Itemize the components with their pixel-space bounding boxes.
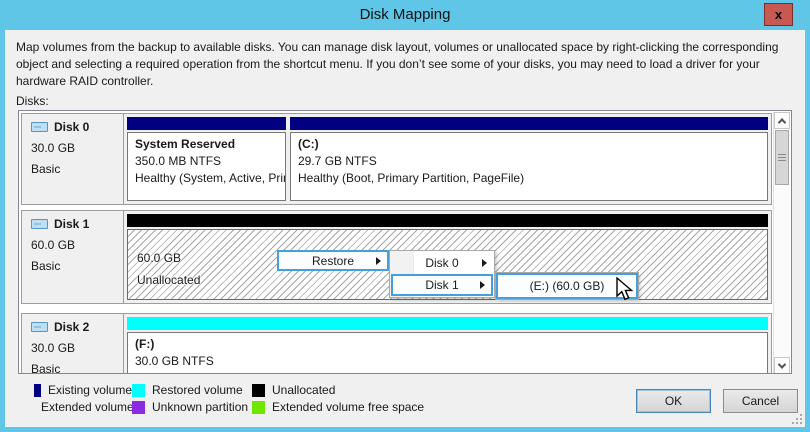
submenu-arrow-icon xyxy=(482,259,487,267)
disk-0-size: 30.0 GB xyxy=(31,141,76,155)
extended-volume-free-space-swatch xyxy=(252,400,265,414)
disk-0-type: Basic xyxy=(31,162,61,176)
legend-label: Extended volume xyxy=(41,400,134,414)
scroll-up-button[interactable] xyxy=(774,112,790,129)
scrollbar-thumb[interactable] xyxy=(775,130,789,185)
disk-icon xyxy=(31,219,48,229)
partition-size: 60.0 GB xyxy=(137,251,182,265)
legend-label: Existing volume xyxy=(47,383,132,397)
dialog-title: Disk Mapping xyxy=(359,6,451,23)
disk-1-menu-label: Disk 1 xyxy=(425,278,459,292)
partition-color-band xyxy=(290,117,768,130)
disk-0-info: Disk 0 30.0 GB Basic xyxy=(22,114,124,204)
partition-c[interactable]: (C:) 29.7 GB NTFS Healthy (Boot, Primary… xyxy=(290,117,768,201)
disk-1-type: Basic xyxy=(31,259,61,273)
partition-color-band xyxy=(127,317,768,330)
disk-0-name: Disk 0 xyxy=(54,120,90,134)
restore-submenu: Disk 0 Disk 1 xyxy=(389,250,495,298)
disk-2-size: 30.0 GB xyxy=(31,341,76,355)
partition-info-box[interactable]: (C:) 29.7 GB NTFS Healthy (Boot, Primary… xyxy=(290,132,768,201)
partition-info-box[interactable]: (F:) 30.0 GB NTFS xyxy=(127,332,768,373)
partition-status: Healthy (System, Active, Primary Partiti… xyxy=(135,171,285,185)
legend-label: Unallocated xyxy=(272,383,336,397)
restore-label: Restore xyxy=(311,253,355,268)
disk-icon xyxy=(31,122,48,132)
disk-list: Disk 0 30.0 GB Basic System Reserved 350… xyxy=(18,110,792,374)
target-volume-label: (E:) (60.0 GB) xyxy=(529,279,605,293)
cancel-button[interactable]: Cancel xyxy=(723,389,798,413)
submenu-item-disk-1[interactable]: Disk 1 xyxy=(391,274,493,296)
partition-title: (F:) xyxy=(135,337,155,351)
disks-label: Disks: xyxy=(16,94,49,108)
unallocated-text: 60.0 GB Unallocated xyxy=(137,247,200,291)
chevron-up-icon xyxy=(777,117,787,127)
description-text: Map volumes from the backup to available… xyxy=(16,40,779,88)
disk-list-scrollbar[interactable] xyxy=(773,112,790,373)
legend-restored-volume: Restored volume xyxy=(132,382,252,398)
restored-volume-swatch xyxy=(132,383,145,397)
legend-existing-volume: Existing volume xyxy=(34,382,132,398)
partition-size: 350.0 MB NTFS xyxy=(135,154,222,168)
partition-title: System Reserved xyxy=(135,137,236,151)
disk-mapping-dialog: Disk Mapping x Map volumes from the back… xyxy=(0,0,810,432)
disk-row-0[interactable]: Disk 0 30.0 GB Basic System Reserved 350… xyxy=(21,113,772,205)
chevron-down-icon xyxy=(777,359,787,369)
submenu-arrow-icon xyxy=(480,281,485,289)
submenu-item-disk-0[interactable]: Disk 0 xyxy=(391,252,493,274)
disk-2-info: Disk 2 30.0 GB Basic xyxy=(22,314,124,374)
scroll-down-button[interactable] xyxy=(774,357,790,373)
legend-extended-volume-free-space: Extended volume free space xyxy=(252,399,424,415)
legend-label: Extended volume free space xyxy=(272,400,425,414)
unallocated-swatch xyxy=(252,383,265,397)
disk-1-name: Disk 1 xyxy=(54,217,90,231)
submenu-arrow-icon xyxy=(376,256,381,265)
dialog-content: Map volumes from the backup to available… xyxy=(5,30,805,427)
disk-2-name-row: Disk 2 xyxy=(31,320,121,334)
title-bar: Disk Mapping x xyxy=(0,0,810,30)
disk-0-name-row: Disk 0 xyxy=(31,120,121,134)
disk-1-info: Disk 1 60.0 GB Basic xyxy=(22,211,124,303)
partition-size: 30.0 GB NTFS xyxy=(135,354,214,368)
disk-icon xyxy=(31,322,48,332)
partition-status: Healthy (Boot, Primary Partition, PageFi… xyxy=(298,171,525,185)
disk-0-partitions: System Reserved 350.0 MB NTFS Healthy (S… xyxy=(124,114,771,204)
unknown-partition-swatch xyxy=(132,400,145,414)
disk-1-name-row: Disk 1 xyxy=(31,217,121,231)
submenu-item-target-volume[interactable]: (E:) (60.0 GB) xyxy=(496,273,638,299)
resize-grip[interactable] xyxy=(792,414,802,424)
disk-2-name: Disk 2 xyxy=(54,320,90,334)
disk-2-type: Basic xyxy=(31,362,61,374)
disk-0-menu-label: Disk 0 xyxy=(425,256,459,270)
disk-2-partitions: (F:) 30.0 GB NTFS xyxy=(124,314,771,373)
close-button[interactable]: x xyxy=(764,3,793,26)
legend-unknown-partition: Unknown partition xyxy=(132,399,252,415)
partition-color-band xyxy=(127,117,286,130)
ok-button[interactable]: OK xyxy=(636,389,711,413)
legend: Existing volume Restored volume Unalloca… xyxy=(34,382,424,415)
legend-label: Restored volume xyxy=(152,383,243,397)
partition-system-reserved[interactable]: System Reserved 350.0 MB NTFS Healthy (S… xyxy=(127,117,286,201)
context-menu-restore[interactable]: Restore xyxy=(277,250,389,271)
disk-1-size: 60.0 GB xyxy=(31,238,76,252)
partition-title: (C:) xyxy=(298,137,319,151)
partition-size: 29.7 GB NTFS xyxy=(298,154,377,168)
legend-label: Unknown partition xyxy=(152,400,249,414)
existing-volume-swatch xyxy=(34,383,41,397)
legend-unallocated: Unallocated xyxy=(252,382,424,398)
partition-info-box[interactable]: System Reserved 350.0 MB NTFS Healthy (S… xyxy=(127,132,286,201)
scrollbar-grip-icon xyxy=(778,153,786,162)
legend-extended-volume: Extended volume xyxy=(34,399,134,415)
partition-status: Unallocated xyxy=(137,273,201,287)
disk-row-2[interactable]: Disk 2 30.0 GB Basic (F:) 30.0 GB NTFS xyxy=(21,313,772,374)
partition-f[interactable]: (F:) 30.0 GB NTFS xyxy=(127,317,768,373)
partition-color-band xyxy=(127,214,768,227)
